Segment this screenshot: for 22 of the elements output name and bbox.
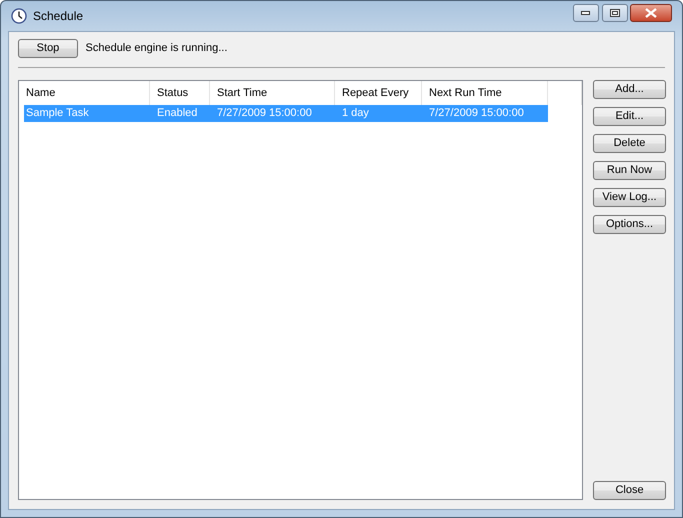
window-title: Schedule [33,8,84,25]
table-cell-text: 7/27/2009 15:00:00 [428,106,525,122]
action-button[interactable]: View Log... [593,188,666,207]
minimize-button[interactable] [572,4,599,22]
action-button[interactable]: Delete [593,134,666,153]
close-window-button[interactable] [630,4,672,22]
table-cell-text: 1 day [341,106,370,122]
maximize-button[interactable] [602,4,628,22]
clock-icon [11,8,27,24]
action-button[interactable]: Add... [593,80,666,99]
table-cell-text: 7/27/2009 15:00:00 [216,106,313,122]
action-button[interactable]: Edit... [593,107,666,126]
close-icon [645,8,658,18]
minimize-icon [581,11,590,15]
action-button[interactable]: Run Now [593,161,666,180]
action-button[interactable]: Options... [593,215,666,234]
status-text: Schedule engine is running... [86,41,228,56]
close-button[interactable]: Close [593,481,666,500]
table-cell-text: Enabled [156,106,198,122]
stop-button[interactable]: Stop [18,39,78,58]
table-cell-text: Sample Task [25,106,90,122]
maximize-icon [610,9,620,17]
